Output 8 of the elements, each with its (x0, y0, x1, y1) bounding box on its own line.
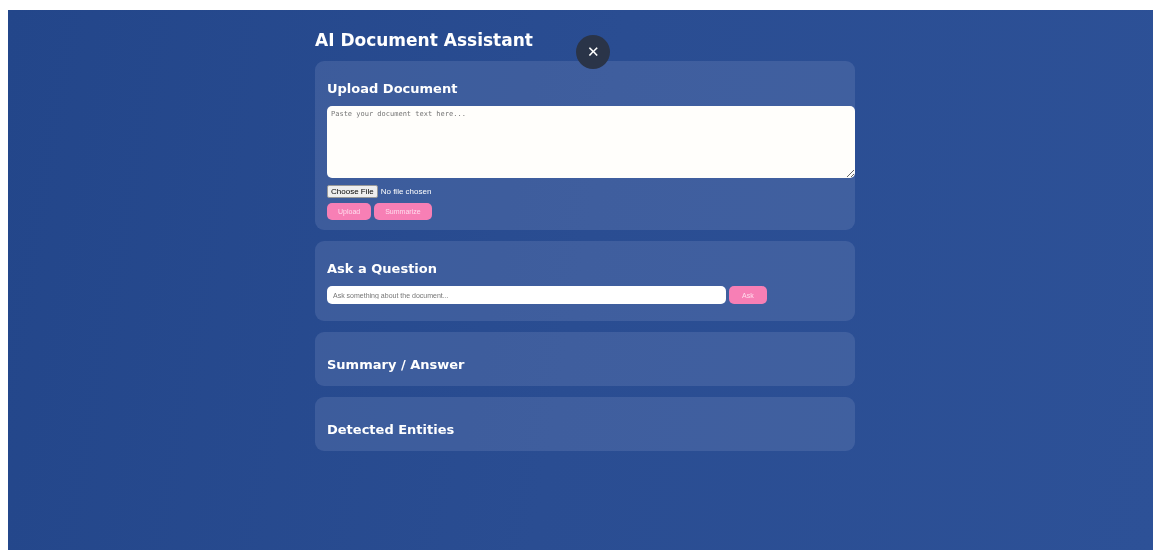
section-heading: Detected Entities (327, 422, 456, 437)
section-heading: Upload Document (327, 81, 459, 96)
file-status: No file chosen (380, 187, 432, 196)
choose-file-button[interactable]: Choose File (327, 185, 378, 198)
section-heading: Summary / Answer (327, 357, 466, 372)
section-heading: Ask a Question (327, 261, 438, 276)
close-button[interactable]: ✕ (576, 35, 610, 69)
page-title: AI Document Assistant (315, 29, 533, 52)
